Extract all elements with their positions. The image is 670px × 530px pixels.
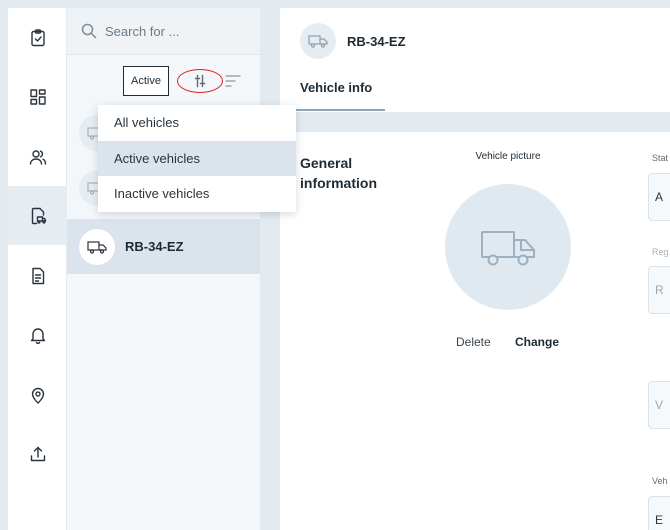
bell-icon <box>30 327 45 344</box>
section-divider <box>296 112 670 132</box>
tab-vehicle-info[interactable]: Vehicle info <box>300 80 372 95</box>
vehicle-filter-dropdown: All vehicles Active vehicles Inactive ve… <box>98 105 296 212</box>
search-icon <box>81 23 97 39</box>
nav-item-locations[interactable] <box>8 365 67 424</box>
truck-icon <box>308 35 328 48</box>
truck-icon <box>481 231 535 266</box>
nav-rail <box>8 8 67 530</box>
upload-icon <box>30 446 45 461</box>
section-title: General information <box>300 155 377 191</box>
vehicle-detail-panel: RB-34-EZ Vehicle info General informatio… <box>280 8 670 530</box>
nav-item-users[interactable] <box>8 127 67 186</box>
nav-item-upload[interactable] <box>8 424 67 483</box>
status-field[interactable]: A <box>648 173 670 221</box>
vehicle-picture-label: Vehicle picture <box>475 151 541 162</box>
filter-button[interactable] <box>177 69 223 93</box>
nav-item-notifications[interactable] <box>8 305 67 364</box>
field-label-vehicle: Veh <box>652 476 668 486</box>
map-pin-icon <box>31 387 44 404</box>
sort-lines-icon <box>225 75 241 87</box>
sort-button[interactable] <box>224 72 242 90</box>
delete-picture-button[interactable]: Delete <box>456 335 491 349</box>
document-icon <box>31 267 44 284</box>
detail-header: RB-34-EZ Vehicle info <box>280 8 670 111</box>
vehicle-list-panel: Active RB-34-EZ <box>67 8 260 530</box>
dropdown-option-active-vehicles[interactable]: Active vehicles <box>98 140 296 177</box>
vehicle-field[interactable]: V <box>648 381 670 429</box>
users-icon <box>29 149 46 165</box>
header-vehicle-avatar <box>300 23 336 59</box>
vehicle-avatar <box>79 228 115 265</box>
search-input[interactable] <box>105 23 245 39</box>
page-title: RB-34-EZ <box>347 34 406 49</box>
field-label-registration: Reg <box>652 247 669 257</box>
nav-item-tasks[interactable] <box>8 8 67 67</box>
vehicle-document-icon <box>31 207 46 224</box>
search-bar <box>67 8 260 55</box>
field-label-status: Stat <box>652 153 669 163</box>
nav-item-dashboard[interactable] <box>8 67 67 126</box>
dropdown-option-all-vehicles[interactable]: All vehicles <box>98 105 296 141</box>
grid-icon <box>29 88 46 105</box>
vehicle-picture[interactable] <box>445 184 571 310</box>
sliders-icon <box>194 74 206 88</box>
truck-icon <box>87 240 107 254</box>
filter-toolbar: Active <box>67 66 260 96</box>
vehicle-plate: RB-34-EZ <box>125 239 184 254</box>
active-tab-indicator <box>296 109 385 111</box>
registration-field[interactable]: R <box>648 266 670 314</box>
active-filter-chip[interactable]: Active <box>123 66 169 96</box>
vehicle-list-item-selected[interactable]: RB-34-EZ <box>67 219 260 274</box>
change-picture-button[interactable]: Change <box>515 335 559 349</box>
nav-item-vehicles[interactable] <box>8 186 67 245</box>
vehicle-type-field[interactable]: E <box>648 496 670 530</box>
nav-item-documents[interactable] <box>8 246 67 305</box>
clipboard-check-icon <box>30 28 45 46</box>
dropdown-option-inactive-vehicles[interactable]: Inactive vehicles <box>98 176 296 212</box>
